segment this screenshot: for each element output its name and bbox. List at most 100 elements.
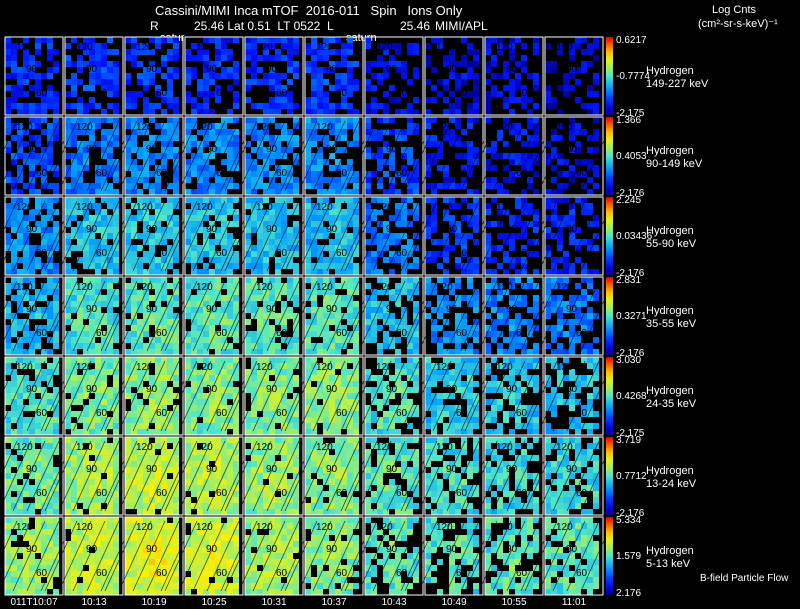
heatmap-cell xyxy=(221,49,227,55)
heatmap-cell xyxy=(305,417,311,423)
heatmap-cell xyxy=(407,129,413,135)
heatmap-cell xyxy=(533,49,539,55)
contour-label: 120 xyxy=(256,122,273,133)
heatmap-cell xyxy=(365,227,371,233)
heatmap-cell xyxy=(125,177,131,183)
heatmap-cell xyxy=(593,37,599,43)
heatmap-cell xyxy=(65,357,71,363)
heatmap-cell xyxy=(305,103,311,109)
heatmap-cell xyxy=(125,91,131,97)
heatmap-cell xyxy=(491,85,497,91)
heatmap-cell xyxy=(377,159,383,165)
heatmap-cell xyxy=(275,49,281,55)
heatmap-cell xyxy=(227,37,233,43)
contour-label: 90 xyxy=(446,144,458,155)
heatmap-cell xyxy=(77,325,83,331)
contour-label: 60 xyxy=(336,408,348,419)
heatmap-cell xyxy=(581,49,587,55)
heatmap-cell xyxy=(233,455,239,461)
contour-label: 120 xyxy=(136,442,153,453)
heatmap-cell xyxy=(497,423,503,429)
heatmap-cell xyxy=(185,423,191,429)
contour-label: 60 xyxy=(516,168,528,179)
heatmap-cell xyxy=(113,79,119,85)
heatmap-cell xyxy=(287,189,293,195)
heatmap-cell xyxy=(101,369,107,375)
contour-label: 60 xyxy=(276,168,288,179)
heatmap-cell xyxy=(491,325,497,331)
heatmap-cell xyxy=(455,283,461,289)
heatmap-cell xyxy=(437,313,443,319)
heatmap-cell xyxy=(407,147,413,153)
heatmap-cell xyxy=(317,165,323,171)
heatmap-cell xyxy=(347,393,353,399)
heatmap-cell xyxy=(53,417,59,423)
heatmap-cell xyxy=(107,147,113,153)
heatmap-cell xyxy=(263,337,269,343)
heatmap-cell xyxy=(107,79,113,85)
heatmap-cell xyxy=(227,73,233,79)
heatmap-cell xyxy=(107,313,113,319)
heatmap-cell xyxy=(353,221,359,227)
heatmap-cell xyxy=(551,97,557,103)
heatmap-cell xyxy=(581,381,587,387)
heatmap-cell xyxy=(185,197,191,203)
heatmap-cell xyxy=(407,189,413,195)
heatmap-cell xyxy=(155,357,161,363)
heatmap-cell xyxy=(197,109,203,115)
heatmap-cell xyxy=(113,423,119,429)
heatmap-cell xyxy=(533,349,539,355)
contour-label: 120 xyxy=(16,362,33,373)
heatmap-cell xyxy=(257,269,263,275)
heatmap-cell xyxy=(173,509,179,515)
heatmap-cell xyxy=(257,153,263,159)
heatmap-cell xyxy=(311,307,317,313)
heatmap-cell xyxy=(293,405,299,411)
heatmap-cell xyxy=(347,203,353,209)
heatmap-cell xyxy=(263,429,269,435)
heatmap-cell xyxy=(341,301,347,307)
heatmap-cell xyxy=(275,197,281,203)
heatmap-cell xyxy=(53,497,59,503)
heatmap-cell xyxy=(353,307,359,313)
heatmap-cell xyxy=(113,503,119,509)
heatmap-cell xyxy=(341,55,347,61)
heatmap-cell xyxy=(473,257,479,263)
heatmap-cell xyxy=(533,429,539,435)
heatmap-cell xyxy=(143,103,149,109)
heatmap-cell xyxy=(485,79,491,85)
heatmap-cell xyxy=(269,97,275,103)
heatmap-cell xyxy=(65,509,71,515)
heatmap-cell xyxy=(533,189,539,195)
heatmap-cell xyxy=(251,387,257,393)
heatmap-cell xyxy=(431,67,437,73)
heatmap-cell xyxy=(509,239,515,245)
heatmap-cell xyxy=(575,429,581,435)
heatmap-cell xyxy=(341,295,347,301)
heatmap-cell xyxy=(161,277,167,283)
heatmap-cell xyxy=(233,387,239,393)
heatmap-cell xyxy=(305,147,311,153)
heatmap-cell xyxy=(485,387,491,393)
heatmap-cell xyxy=(221,67,227,73)
heatmap-cell xyxy=(323,411,329,417)
contour-label: 90 xyxy=(146,64,158,75)
heatmap-cell xyxy=(377,103,383,109)
heatmap-cell xyxy=(263,55,269,61)
heatmap-cell xyxy=(485,117,491,123)
heatmap-cell xyxy=(353,183,359,189)
heatmap-cell xyxy=(329,429,335,435)
heatmap-cell xyxy=(35,197,41,203)
heatmap-cell xyxy=(191,429,197,435)
heatmap-cell xyxy=(365,37,371,43)
heatmap-cell xyxy=(329,295,335,301)
heatmap-cell xyxy=(113,49,119,55)
heatmap-cell xyxy=(425,399,431,405)
heatmap-cell xyxy=(11,509,17,515)
heatmap-cell xyxy=(161,399,167,405)
heatmap-cell xyxy=(143,79,149,85)
heatmap-cell xyxy=(185,429,191,435)
heatmap-cell xyxy=(377,221,383,227)
contour-label: 120 xyxy=(136,202,153,213)
heatmap-cell xyxy=(245,197,251,203)
